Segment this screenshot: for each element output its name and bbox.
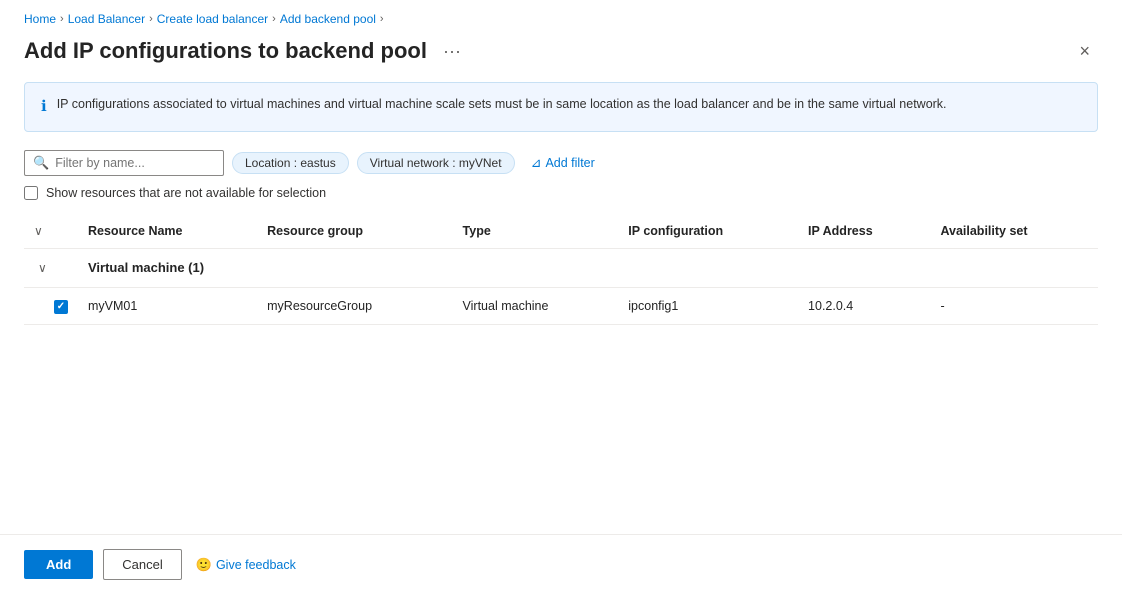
col-resource-group: Resource group [257,214,452,249]
table-row: myVM01 myResourceGroup Virtual machine i… [24,287,1098,324]
show-unavailable-label: Show resources that are not available fo… [46,186,326,200]
page-title: Add IP configurations to backend pool [24,38,427,64]
add-button[interactable]: Add [24,550,93,579]
breadcrumb: Home › Load Balancer › Create load balan… [24,12,1098,26]
cancel-button[interactable]: Cancel [103,549,181,580]
feedback-label: Give feedback [216,558,296,572]
table-header-row: ∨ Resource Name Resource group Type IP c… [24,214,1098,249]
ip-config-cell: ipconfig1 [618,287,798,324]
funnel-icon: ⊿ [531,155,542,171]
feedback-icon: 🙂 [196,557,212,573]
row-checkbox-myvm01[interactable] [54,300,68,314]
col-ip-config: IP configuration [618,214,798,249]
availability-set-cell: - [930,287,1098,324]
show-unavailable-row: Show resources that are not available fo… [24,186,1098,200]
title-row: Add IP configurations to backend pool ··… [24,38,1098,64]
add-filter-button[interactable]: ⊿ Add filter [523,152,603,174]
filter-row: 🔍 Location : eastus Virtual network : my… [24,150,1098,176]
group-row-vm: ∨ Virtual machine (1) [24,248,1098,287]
filter-input[interactable] [55,156,215,170]
filter-input-wrap[interactable]: 🔍 [24,150,224,176]
close-button[interactable]: × [1071,39,1098,64]
footer-bar: Add Cancel 🙂 Give feedback [0,534,1122,594]
col-ip-address: IP Address [798,214,930,249]
info-banner-text: IP configurations associated to virtual … [57,95,947,114]
search-icon: 🔍 [33,155,49,171]
breadcrumb-add-backend-pool[interactable]: Add backend pool [280,12,376,26]
info-banner: ℹ IP configurations associated to virtua… [24,82,1098,132]
feedback-link[interactable]: 🙂 Give feedback [196,557,296,573]
resource-name-cell: myVM01 [78,287,257,324]
location-filter-pill[interactable]: Location : eastus [232,152,349,174]
resources-table: ∨ Resource Name Resource group Type IP c… [24,214,1098,325]
info-icon: ℹ [41,96,47,119]
type-cell: Virtual machine [453,287,619,324]
col-availability-set: Availability set [930,214,1098,249]
breadcrumb-create-load-balancer[interactable]: Create load balancer [157,12,268,26]
breadcrumb-load-balancer[interactable]: Load Balancer [68,12,145,26]
ellipsis-menu-button[interactable]: ··· [437,39,467,64]
resource-group-cell: myResourceGroup [257,287,452,324]
vnet-filter-pill[interactable]: Virtual network : myVNet [357,152,515,174]
add-filter-label: Add filter [545,156,594,170]
show-unavailable-checkbox[interactable] [24,186,38,200]
ip-address-cell: 10.2.0.4 [798,287,930,324]
group-label: Virtual machine (1) [78,248,1098,287]
group-expand-button[interactable]: ∨ [34,259,51,277]
expand-all-button[interactable]: ∨ [30,222,47,240]
col-type: Type [453,214,619,249]
col-expand: ∨ [24,214,78,249]
col-resource-name: Resource Name [78,214,257,249]
breadcrumb-home[interactable]: Home [24,12,56,26]
